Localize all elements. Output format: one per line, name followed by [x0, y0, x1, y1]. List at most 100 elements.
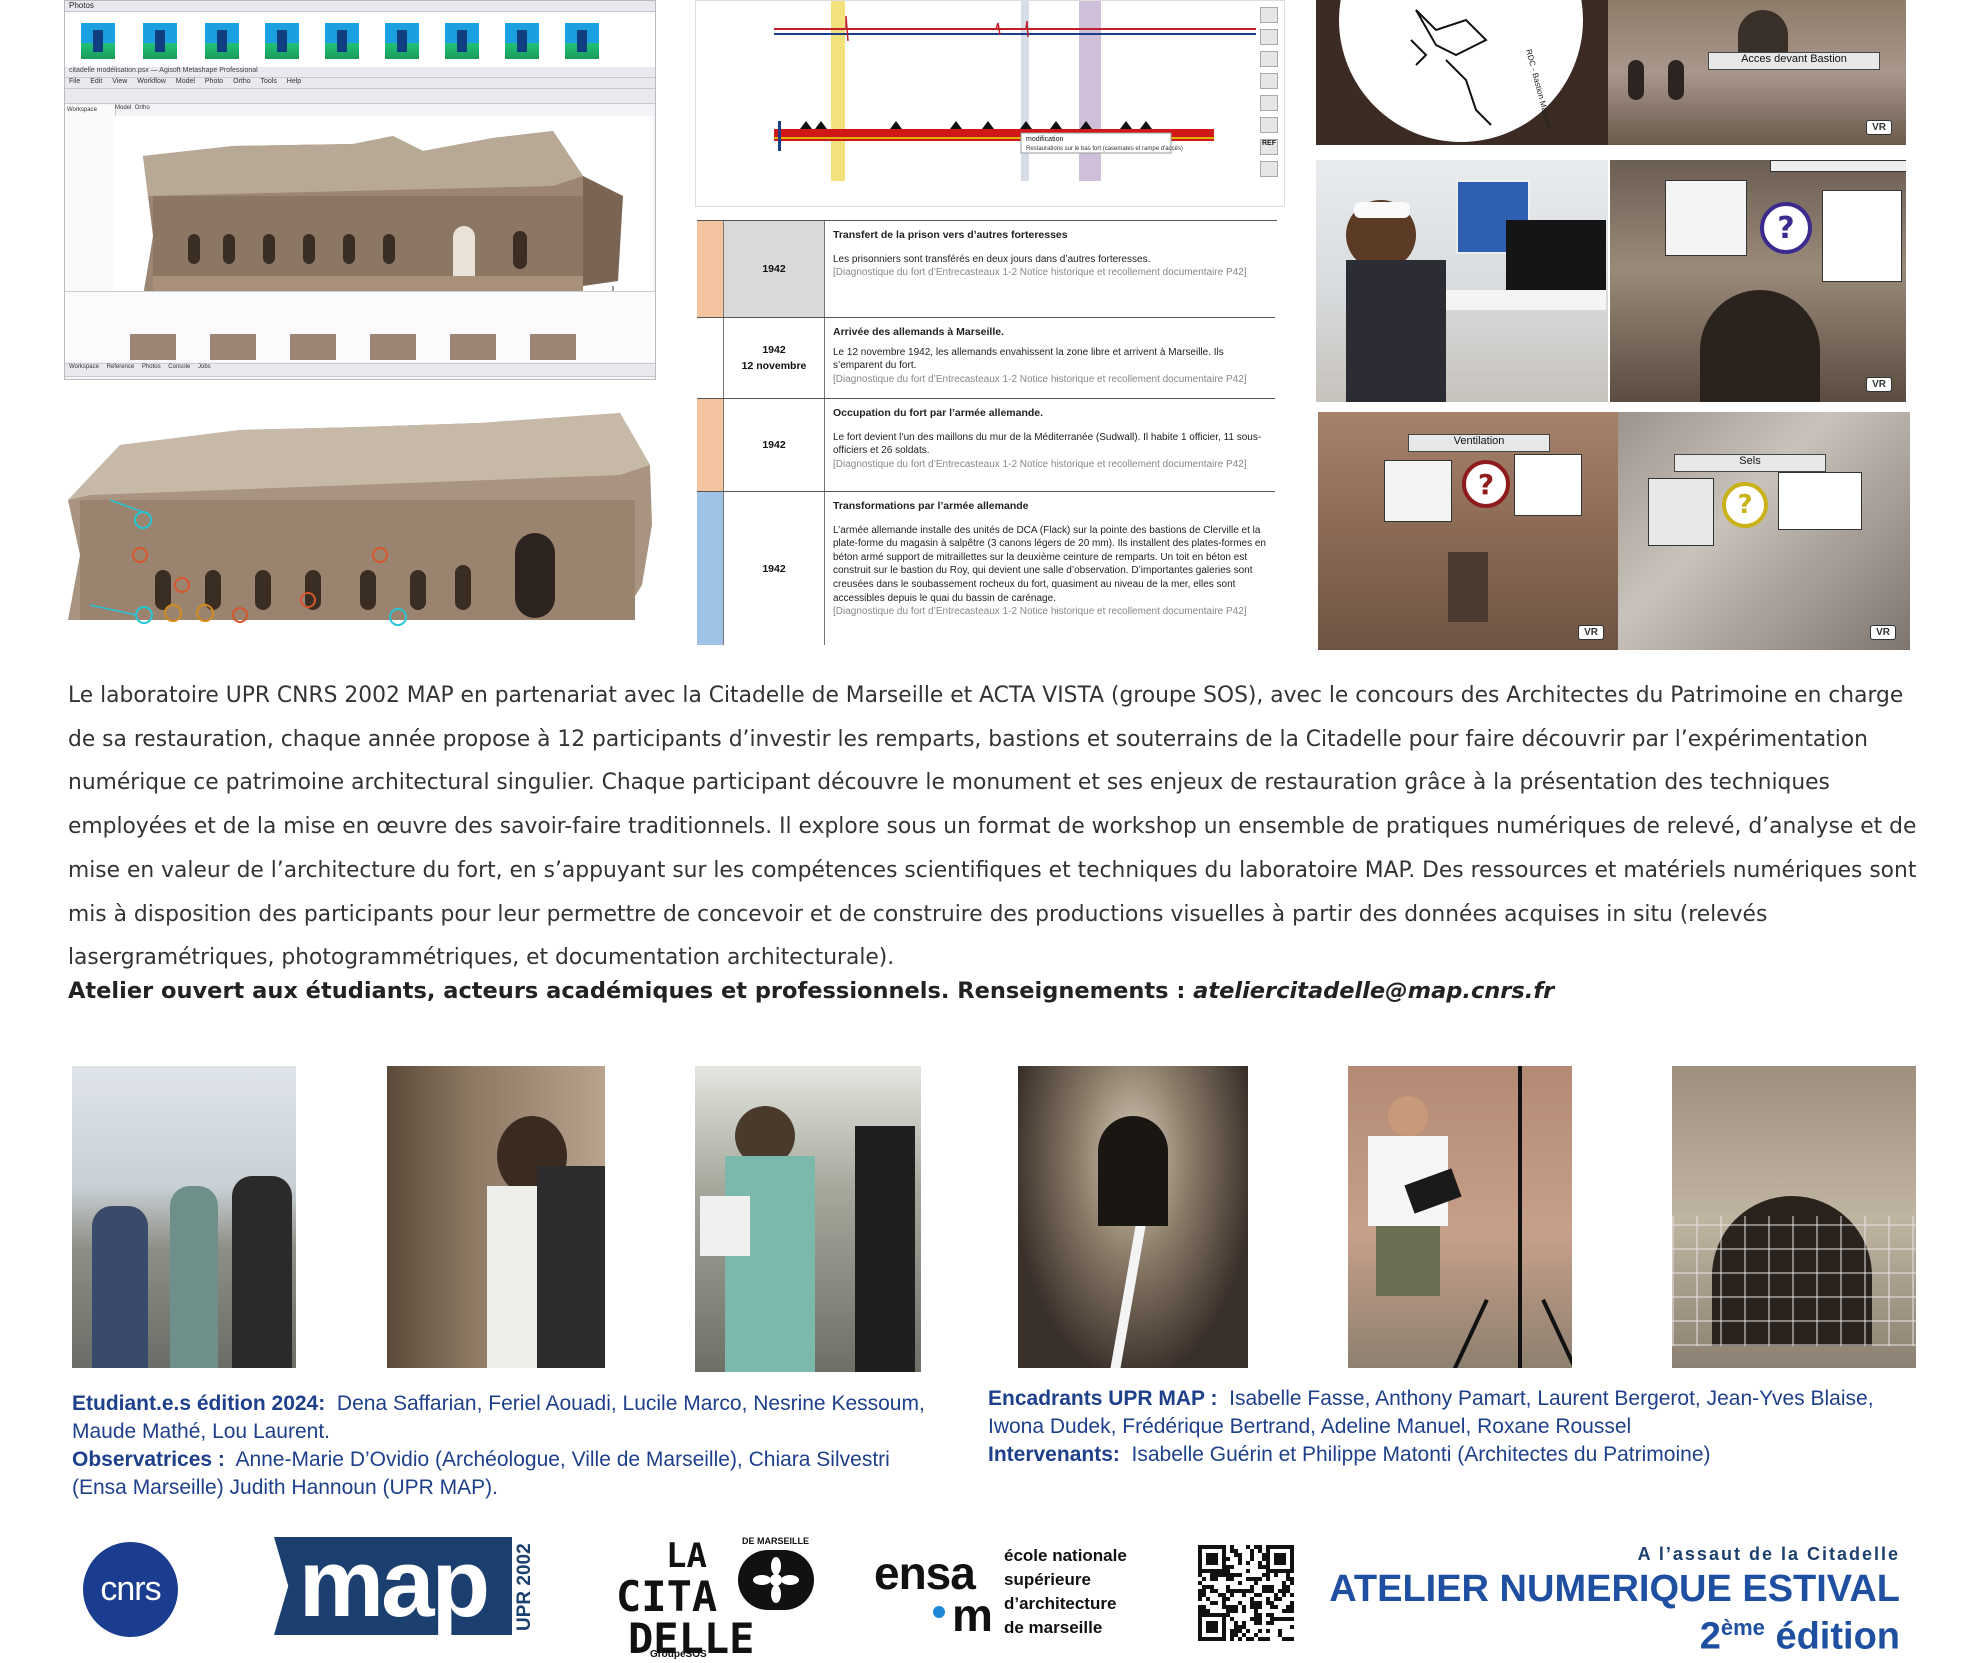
citadelle-flower-icon — [738, 1550, 814, 1610]
toolbar-button[interactable] — [1260, 51, 1278, 67]
open-workshop-line: Atelier ouvert aux étudiants, acteurs ac… — [68, 978, 1555, 1004]
photo-thumbnail[interactable] — [385, 23, 419, 59]
map-logo: map — [274, 1537, 512, 1635]
toolbar-button[interactable] — [1260, 73, 1278, 89]
photo-participants-terrace — [72, 1066, 296, 1368]
property-panel — [65, 291, 655, 362]
question-icon[interactable]: ? — [1462, 460, 1510, 508]
menu-tools[interactable]: Tools — [260, 78, 276, 85]
description-paragraph: Le laboratoire UPR CNRS 2002 MAP en part… — [68, 683, 1917, 971]
photo-thumbnail[interactable] — [530, 334, 576, 360]
question-icon[interactable]: ? — [1722, 482, 1768, 528]
event-title: ATELIER NUMERIQUE ESTIVAL — [1329, 1568, 1900, 1610]
model-viewport[interactable] — [113, 116, 653, 316]
photo-thumbnail[interactable] — [290, 334, 336, 360]
photo-thumbnail[interactable] — [505, 23, 539, 59]
toolbar-button[interactable] — [1260, 7, 1278, 23]
row-content: Transformations par l’armée allemande L’… — [833, 500, 1266, 618]
row-content: Occupation du fort par l’armée allemande… — [833, 407, 1262, 470]
photo-thumbnail[interactable] — [565, 23, 599, 59]
photo-laser-scanner — [1348, 1066, 1572, 1368]
tab-console[interactable]: Console — [168, 364, 190, 370]
vr-badge: VR — [1870, 625, 1896, 640]
toolbar-button[interactable] — [1260, 117, 1278, 133]
menu-view[interactable]: View — [112, 78, 127, 85]
photo-thumbnail[interactable] — [130, 334, 176, 360]
vr-badge: VR — [1866, 377, 1892, 392]
tab-jobs[interactable]: Jobs — [198, 364, 211, 370]
timeline-tooltip-title: modification — [1026, 136, 1063, 143]
menu-photo[interactable]: Photo — [205, 78, 223, 85]
speakers-list: Isabelle Guérin et Philippe Matonti (Arc… — [1131, 1443, 1711, 1466]
menu-ortho[interactable]: Ortho — [233, 78, 251, 85]
event-edition: 2ème édition — [1699, 1615, 1900, 1658]
timeline-row: 1942 Transformations par l’armée alleman… — [697, 492, 1275, 645]
students-label: Etudiant.e.s édition 2024: — [72, 1392, 326, 1415]
plan-map: RDC - Bastion Mazarin — [1339, 0, 1583, 142]
citadelle-logo: LA CITA DELLE DE MARSEILLE GroupeSOS — [614, 1536, 824, 1663]
toolbar-button[interactable] — [1260, 161, 1278, 177]
toolbar-button[interactable] — [1260, 29, 1278, 45]
question-icon[interactable]: ? — [1760, 202, 1812, 254]
vr-badge: VR — [1578, 625, 1604, 640]
timeline-svg: modification Restaurations sur le bas fo… — [774, 1, 1256, 181]
vr-badge: VR — [1866, 120, 1892, 135]
photo-thumbnail[interactable] — [81, 23, 115, 59]
menu-workflow[interactable]: Workflow — [137, 78, 166, 85]
model-tab-bar: Model Ortho — [115, 105, 150, 111]
vr-headset-user-photo — [1316, 160, 1608, 402]
tab-reference[interactable]: Reference — [107, 364, 135, 370]
vr-ventilation-panel: Ventilation ? VR — [1318, 412, 1618, 650]
map-upr-label: UPR 2002 — [514, 1543, 535, 1631]
tab-photos[interactable]: Photos — [142, 364, 161, 370]
timeline-chart: modification Restaurations sur le bas fo… — [695, 0, 1285, 207]
photo-thumbnail[interactable] — [370, 334, 416, 360]
toolbar-button[interactable] — [1260, 95, 1278, 111]
row-date: 1942 — [723, 221, 825, 317]
photo-underground-tunnel — [1018, 1066, 1248, 1368]
timeline-row: 1942 12 novembre Arrivée des allemands à… — [697, 318, 1275, 399]
timeline-row: 1942 Occupation du fort par l’armée alle… — [697, 399, 1275, 492]
photo-participants-vault — [387, 1066, 605, 1368]
wall-3d-model — [143, 131, 628, 302]
photo-thumbnail[interactable] — [265, 23, 299, 59]
bottom-tabs: Workspace Reference Photos Console Jobs — [65, 363, 655, 377]
ref-button[interactable]: REF — [1260, 139, 1278, 155]
photo-thumbnail[interactable] — [210, 334, 256, 360]
photo-thumbnail[interactable] — [205, 23, 239, 59]
contact-email-link[interactable]: ateliercitadelle@map.cnrs.fr — [1193, 978, 1554, 1004]
menu-file[interactable]: File — [69, 78, 80, 85]
timeline-table: 1942 Transfert de la prison vers d’autre… — [697, 220, 1277, 647]
qr-code-icon[interactable] — [1198, 1545, 1294, 1641]
observers-label: Observatrices : — [72, 1448, 225, 1471]
vr-sels-panel: Sels ? VR — [1618, 412, 1910, 650]
supervisors-label: Encadrants UPR MAP : — [988, 1387, 1218, 1410]
menu-edit[interactable]: Edit — [90, 78, 102, 85]
photo-thumbnail-strip — [65, 13, 655, 67]
photo-thumbnail[interactable] — [445, 23, 479, 59]
menu-help[interactable]: Help — [287, 78, 301, 85]
timeline-tooltip-text: Restaurations sur le bas fort (casemates… — [1026, 146, 1183, 152]
sels-label: Sels — [1674, 454, 1826, 472]
tab-workspace[interactable]: Workspace — [69, 364, 99, 370]
citadelle-subtitle: DE MARSEILLE — [742, 1536, 810, 1546]
ventilation-label: Ventilation — [1408, 434, 1550, 452]
row-content: Transfert de la prison vers d’autres for… — [833, 229, 1247, 279]
annotated-3d-model — [60, 405, 655, 655]
photo-thumbnail[interactable] — [450, 334, 496, 360]
credits-supervisors: Encadrants UPR MAP : Isabelle Fasse, Ant… — [988, 1385, 1888, 1469]
event-tagline: A l’assaut de la Citadelle — [1637, 1544, 1900, 1564]
cnrs-logo: cnrs — [83, 1542, 178, 1637]
timeline-row: 1942 Transfert de la prison vers d’autre… — [697, 221, 1275, 318]
menu-bar: File Edit View Workflow Model Photo Orth… — [65, 78, 655, 89]
photo-thumbnail[interactable] — [325, 23, 359, 59]
row-date: 1942 — [723, 492, 825, 645]
photo-thumbnail[interactable] — [143, 23, 177, 59]
acces-label: Acces devant Bastion — [1708, 52, 1880, 70]
row-color-band — [697, 399, 723, 491]
vr-courtyard-panel: Acces devant Bastion VR — [1608, 0, 1906, 145]
photos-panel-header: Photos — [65, 1, 655, 12]
row-date: 1942 — [723, 399, 825, 491]
menu-model[interactable]: Model — [176, 78, 195, 85]
row-color-band — [697, 318, 723, 398]
